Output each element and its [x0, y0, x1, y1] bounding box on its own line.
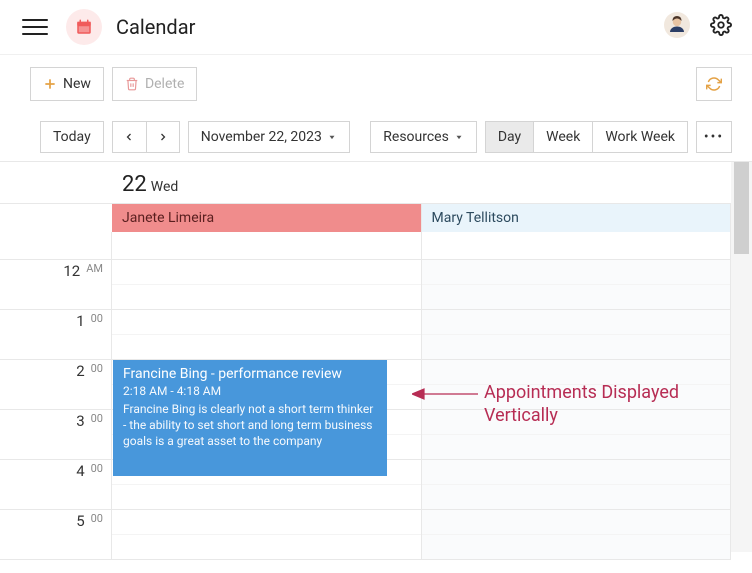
caret-down-icon	[454, 132, 464, 142]
scroll-thumb[interactable]	[734, 162, 749, 254]
view-week[interactable]: Week	[533, 121, 592, 153]
date-header: 22Wed	[112, 162, 731, 203]
plus-icon	[43, 77, 57, 91]
date-picker[interactable]: November 22, 2023	[188, 121, 350, 153]
caret-down-icon	[327, 132, 337, 142]
resource-header-1[interactable]: Mary Tellitson	[422, 204, 732, 232]
new-button[interactable]: New	[30, 67, 104, 101]
delete-button[interactable]: Delete	[112, 67, 197, 101]
new-button-label: New	[63, 76, 91, 92]
prev-button[interactable]	[112, 121, 146, 153]
resources-dropdown[interactable]: Resources	[370, 121, 477, 153]
event-time: 2:18 AM - 4:18 AM	[123, 384, 377, 398]
chevron-left-icon	[123, 131, 135, 143]
time-label: 300	[0, 410, 112, 459]
time-label: 500	[0, 510, 112, 559]
trash-icon	[125, 77, 139, 91]
calendar-event[interactable]: Francine Bing - performance review 2:18 …	[113, 360, 387, 476]
event-title: Francine Bing - performance review	[123, 366, 377, 382]
time-label: 400	[0, 460, 112, 509]
time-grid[interactable]: 12AM 100 200 300 400 500	[0, 260, 731, 560]
next-button[interactable]	[146, 121, 180, 153]
settings-gear-icon[interactable]	[710, 14, 732, 40]
user-avatar[interactable]	[664, 12, 690, 42]
today-button[interactable]: Today	[40, 121, 104, 153]
refresh-button[interactable]	[696, 67, 732, 101]
delete-button-label: Delete	[145, 76, 184, 92]
more-button[interactable]: •••	[696, 121, 732, 153]
app-title: Calendar	[116, 15, 195, 39]
view-day[interactable]: Day	[485, 121, 533, 153]
allday-cell-1[interactable]	[422, 232, 732, 259]
time-label: 12AM	[0, 260, 112, 309]
time-label: 100	[0, 310, 112, 359]
event-description: Francine Bing is clearly not a short ter…	[123, 401, 377, 450]
refresh-icon	[706, 76, 722, 92]
calendar-app-icon	[66, 9, 102, 45]
chevron-right-icon	[157, 131, 169, 143]
allday-cell-0[interactable]	[112, 232, 422, 259]
hamburger-menu[interactable]	[22, 19, 48, 35]
view-work-week[interactable]: Work Week	[592, 121, 688, 153]
vertical-scrollbar[interactable]	[731, 162, 752, 552]
time-label: 200	[0, 360, 112, 409]
resource-header-0[interactable]: Janete Limeira	[112, 204, 422, 232]
